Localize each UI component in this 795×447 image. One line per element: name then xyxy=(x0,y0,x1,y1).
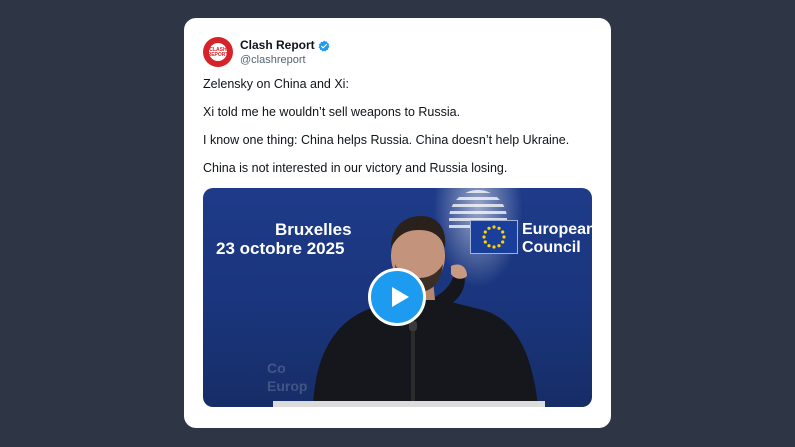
author-name-row: Clash Report xyxy=(240,38,330,52)
verified-badge-icon xyxy=(318,39,330,52)
author-handle[interactable]: @clashreport xyxy=(240,54,306,66)
backdrop-faint-text-1: Co xyxy=(267,360,286,376)
author-name[interactable]: Clash Report xyxy=(240,38,315,52)
podium xyxy=(273,401,545,407)
tweet-paragraph: Xi told me he wouldn’t sell weapons to R… xyxy=(203,105,461,119)
video-thumbnail[interactable]: Bruxelles 23 octobre 2025 European Counc… xyxy=(203,188,592,407)
tweet-text: Zelensky on China and Xi: Xi told me he … xyxy=(203,76,598,188)
play-button[interactable] xyxy=(368,268,426,326)
play-icon xyxy=(392,287,409,307)
avatar-logo-text: CLASH REPORT xyxy=(207,47,229,58)
tweet-paragraph: I know one thing: China helps Russia. Ch… xyxy=(203,133,570,147)
tweet-paragraph: Zelensky on China and Xi: xyxy=(203,77,349,91)
tweet-card[interactable]: CLASH REPORT Clash Report @clashreport Z… xyxy=(184,18,611,428)
tweet-paragraph: China is not interested in our victory a… xyxy=(203,161,508,175)
avatar[interactable]: CLASH REPORT xyxy=(203,37,233,67)
